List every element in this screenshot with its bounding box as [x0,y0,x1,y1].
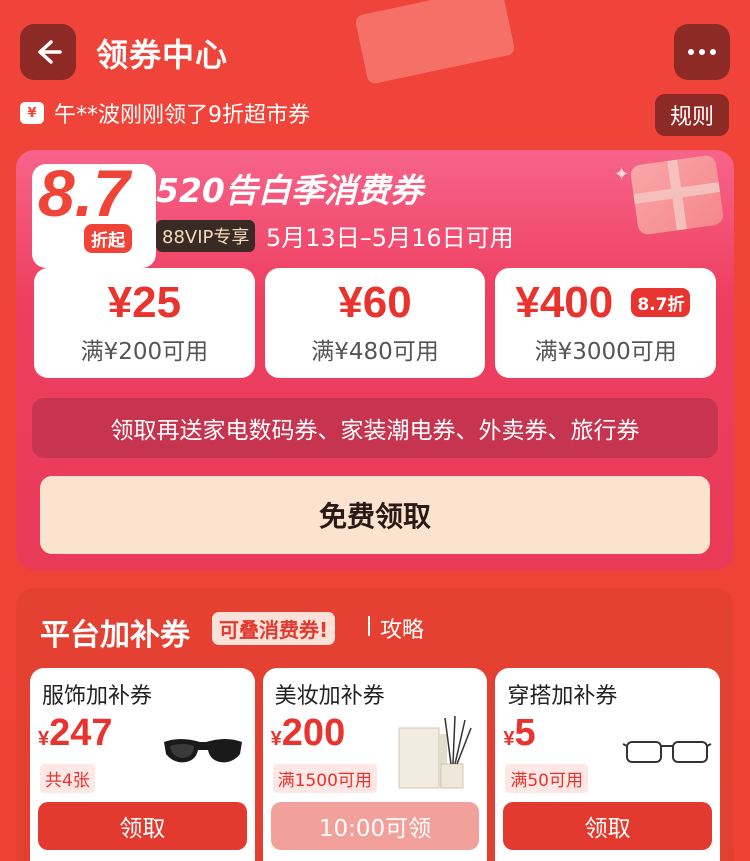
discount-badge: 8.7 折起 [32,160,156,268]
card-amount: ¥247 [38,712,113,755]
coupon-400[interactable]: ¥400 8.7折 满¥3000可用 [495,268,717,378]
coupon-condition: 满¥480可用 [311,339,439,365]
more-dots-icon [688,49,694,55]
subsidy-card-list: 服饰加补券 ¥247 共4张 领取 美妆加补券 ¥200 满1500可用 10:… [30,668,721,861]
claim-button[interactable]: 领取 [38,802,247,850]
vip-tag: 88VIP专享 [156,220,256,252]
perfume-icon [398,715,472,789]
stackable-tag: 可叠消费券! [212,612,336,645]
main-coupon-card: 8.7 折起 520告白季消费券 88VIP专享 5月13日–5月16日可用 ✦… [16,150,734,570]
platform-subsidy-section: 平台加补券 可叠消费券! 攻略 服饰加补券 ¥247 共4张 领取 美妆加补券 … [16,588,734,861]
date-range: 5月13日–5月16日可用 [266,224,514,252]
coupon-title: 520告白季消费券 [156,171,423,210]
coupon-icon: ¥ [20,102,44,124]
subsidy-card-apparel: 服饰加补券 ¥247 共4张 领取 [30,668,255,861]
sunglasses-icon [164,739,242,763]
eyeglasses-icon [622,741,712,763]
card-name: 美妆加补券 [274,684,385,709]
badge-value: 8.7 [38,156,130,230]
coupon-25[interactable]: ¥25 满¥200可用 [34,268,255,378]
guide-link[interactable]: 攻略 [380,612,424,644]
subsidy-card-outfit: 穿搭加补券 ¥5 满50可用 领取 [495,668,721,861]
coupon-amount: ¥60 [338,278,412,327]
free-claim-button[interactable]: 免费领取 [40,476,710,554]
claim-button[interactable]: 领取 [503,802,713,850]
card-note: 满1500可用 [272,764,377,793]
card-name: 穿搭加补券 [507,684,618,709]
amount-value: 5 [514,712,536,754]
rules-button[interactable]: 规则 [655,94,729,136]
coupon-amount: ¥400 [515,278,614,327]
back-arrow-icon [38,40,62,64]
ticker-text: 午**波刚刚领了9折超市券 [54,103,310,128]
card-name: 服饰加补券 [42,684,153,709]
section-title: 平台加补券 [40,618,190,653]
header: 领券中心 [0,0,750,100]
currency-symbol: ¥ [38,728,50,750]
coupon-60[interactable]: ¥60 满¥480可用 [264,268,486,378]
activity-ticker: ¥ 午**波刚刚领了9折超市券 [20,98,310,128]
currency-symbol: ¥ [270,728,282,750]
gift-box-icon [629,154,725,236]
divider [368,616,370,636]
timed-claim-button[interactable]: 10:00可领 [270,802,480,850]
coupon-row: ¥25 满¥200可用 ¥60 满¥480可用 ¥400 8.7折 满¥3000… [34,268,717,378]
more-button[interactable] [674,24,730,80]
card-note: 共4张 [40,764,95,793]
card-note: 满50可用 [505,764,588,793]
badge-tag: 折起 [84,224,132,253]
coupon-condition: 满¥200可用 [80,339,209,365]
coupon-condition: 满¥3000可用 [534,339,677,365]
currency-symbol: ¥ [503,728,515,750]
card-amount: ¥5 [503,712,535,755]
subsidy-card-beauty: 美妆加补券 ¥200 满1500可用 10:00可领 [262,668,488,861]
bonus-info: 领取再送家电数码券、家装潮电券、外卖券、旅行券 [32,398,718,458]
back-button[interactable] [20,24,76,80]
page-title: 领券中心 [96,36,229,74]
card-amount: ¥200 [271,712,346,755]
coupon-discount-badge: 8.7折 [631,288,691,317]
coupon-amount: ¥25 [107,278,182,327]
sparkle-icon: ✦ [614,164,630,185]
amount-value: 247 [49,712,113,754]
amount-value: 200 [281,712,346,754]
